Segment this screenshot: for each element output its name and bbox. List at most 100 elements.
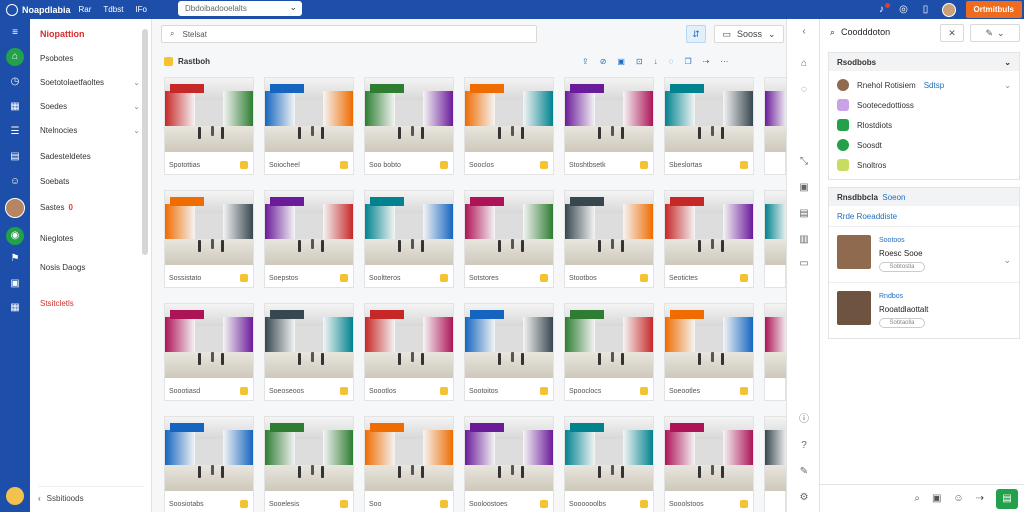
link-icon[interactable]: ⊘ — [600, 57, 607, 66]
favorite-icon[interactable] — [340, 500, 348, 508]
nav-item[interactable]: Ntelnocies ⌄ — [40, 126, 140, 135]
tag-icon[interactable]: ⚑ — [8, 252, 22, 266]
photo-card[interactable]: Sootoitos — [464, 303, 554, 401]
favorite-icon[interactable] — [440, 274, 448, 282]
more-icon[interactable]: ⋯ — [720, 57, 728, 66]
nav-item[interactable]: Soetotolaetfaoltes ⌄ — [40, 78, 140, 87]
photo-card-partial[interactable] — [764, 303, 787, 401]
attribute-row[interactable]: Rnehol Rotisiem Sdtsp ⌄ — [829, 75, 1019, 95]
person-card[interactable]: Rndbos Rooatdlaottalt Sobtaolla — [829, 282, 1019, 338]
grid-icon[interactable]: ▦ — [8, 100, 22, 114]
crop-icon[interactable]: ⊡ — [636, 57, 643, 66]
image-icon[interactable]: ▣ — [797, 181, 811, 195]
photo-card[interactable]: Soootiasd — [164, 303, 254, 401]
nav-footer[interactable]: ‹ Ssbitioods — [38, 486, 144, 506]
note-icon[interactable]: ▭ — [797, 257, 811, 271]
photo-card[interactable]: Soooooolbs — [564, 416, 654, 512]
brand[interactable]: Noapdlabia — [0, 3, 71, 16]
photo-card[interactable]: Soeoseoos — [264, 303, 354, 401]
favorite-icon[interactable] — [340, 274, 348, 282]
nav-item[interactable]: Sadesteldetes — [40, 152, 140, 161]
comment-icon[interactable]: ◌ — [669, 57, 674, 66]
photo-card-partial[interactable] — [764, 190, 787, 288]
photo-card[interactable]: Sooclos — [464, 77, 554, 175]
favorite-icon[interactable] — [540, 500, 548, 508]
favorite-icon[interactable] — [540, 274, 548, 282]
info-icon[interactable]: ⓘ — [797, 413, 811, 427]
favorite-icon[interactable] — [640, 500, 648, 508]
photo-card[interactable]: Sooltteros — [364, 190, 454, 288]
photo-card[interactable]: Seotictes — [664, 190, 754, 288]
image-icon[interactable]: ▣ — [932, 493, 941, 504]
hamburger-menu-icon[interactable]: ≡ — [8, 26, 22, 40]
photo-card[interactable]: Sooelesis — [264, 416, 354, 512]
favorite-icon[interactable] — [740, 387, 748, 395]
photo-card[interactable]: Soootlos — [364, 303, 454, 401]
chat-icon[interactable]: ◉ — [6, 227, 24, 245]
photo-card[interactable]: Soosiotabs — [164, 416, 254, 512]
photo-card[interactable]: Soo bobto — [364, 77, 454, 175]
box-header[interactable]: Rnsdbbcla Soeon — [829, 188, 1019, 206]
sort-dropdown[interactable]: ▭ Sooss ⌄ — [714, 25, 784, 43]
edit-dropdown[interactable]: ✎ ⌄ — [970, 24, 1020, 42]
user-avatar[interactable] — [941, 2, 956, 17]
notification-bell-icon[interactable]: ♪ — [876, 3, 890, 15]
help-icon[interactable]: ◎ — [898, 4, 910, 15]
photo-card[interactable]: Soiocheel — [264, 77, 354, 175]
copy-icon[interactable]: ❐ — [684, 57, 691, 66]
nav-item[interactable]: Sastes 0 — [40, 203, 140, 212]
favorite-icon[interactable] — [440, 161, 448, 169]
layers-icon[interactable]: ▤ — [797, 207, 811, 221]
favorite-icon[interactable] — [240, 500, 248, 508]
favorite-icon[interactable] — [540, 387, 548, 395]
home-icon[interactable]: ⌂ — [6, 48, 24, 66]
nav-item[interactable]: Soebats — [40, 177, 140, 186]
photo-card[interactable]: Sooolstoos — [664, 416, 754, 512]
download-icon[interactable]: ↓ — [654, 57, 658, 66]
nav-scrollbar[interactable] — [142, 29, 148, 255]
nav-item[interactable]: Stsitcletls — [40, 299, 140, 308]
photo-card[interactable]: Stootbos — [564, 190, 654, 288]
favorite-icon[interactable] — [640, 161, 648, 169]
global-search-input[interactable]: Dbdoibadooelalts ⌄ — [178, 1, 302, 16]
photo-card[interactable]: Sossistato — [164, 190, 254, 288]
close-button[interactable]: ✕ — [940, 24, 964, 42]
photo-card[interactable]: Soeootles — [664, 303, 754, 401]
chat-icon[interactable]: ◌ — [797, 83, 811, 97]
top-menu-item[interactable]: Rar — [79, 5, 92, 14]
attribute-row[interactable]: Soosdt — [829, 135, 1019, 155]
attribute-row[interactable]: Rlostdiots — [829, 115, 1019, 135]
table-icon[interactable]: ▤ — [8, 150, 22, 164]
favorite-icon[interactable] — [740, 500, 748, 508]
resize-icon[interactable]: ⤡ — [797, 155, 811, 169]
photo-card[interactable]: Stoshtbsetk — [564, 77, 654, 175]
primary-cta-button[interactable]: Ortmitbuls — [965, 1, 1022, 18]
share-icon[interactable]: ⇢ — [703, 57, 710, 66]
photo-card[interactable]: Sotstores — [464, 190, 554, 288]
list-icon[interactable]: ☰ — [8, 125, 22, 139]
profile-avatar[interactable] — [5, 198, 25, 218]
settings-icon[interactable] — [6, 487, 24, 505]
document-icon[interactable]: ▯ — [920, 4, 932, 15]
photo-card[interactable]: Spotottias — [164, 77, 254, 175]
favorite-icon[interactable] — [240, 274, 248, 282]
nav-item[interactable]: Nosis Daogs — [40, 263, 140, 272]
filter-button[interactable]: ⇵ — [686, 25, 706, 43]
favorite-icon[interactable] — [340, 161, 348, 169]
nav-item[interactable]: Nieglotes — [40, 234, 140, 243]
back-icon[interactable]: ‹ — [797, 25, 811, 39]
top-menu-item[interactable]: IFo — [135, 5, 147, 14]
user-icon[interactable]: ☺ — [8, 175, 22, 189]
favorite-icon[interactable] — [540, 161, 548, 169]
favorite-icon[interactable] — [340, 387, 348, 395]
nav-item[interactable]: Psobotes — [40, 54, 140, 63]
person-card[interactable]: Sootoos Roesc Sooe Sobtostla ⌄ — [829, 226, 1019, 282]
emoji-icon[interactable]: ☺ — [953, 493, 963, 504]
calendar-icon[interactable]: ▦ — [8, 301, 22, 315]
search-icon[interactable]: ⌕ — [914, 493, 920, 504]
help-icon[interactable]: ? — [797, 439, 811, 453]
home-icon[interactable]: ⌂ — [797, 57, 811, 71]
favorite-icon[interactable] — [240, 161, 248, 169]
attribute-row[interactable]: Sootecedottioss — [829, 95, 1019, 115]
favorite-icon[interactable] — [440, 387, 448, 395]
